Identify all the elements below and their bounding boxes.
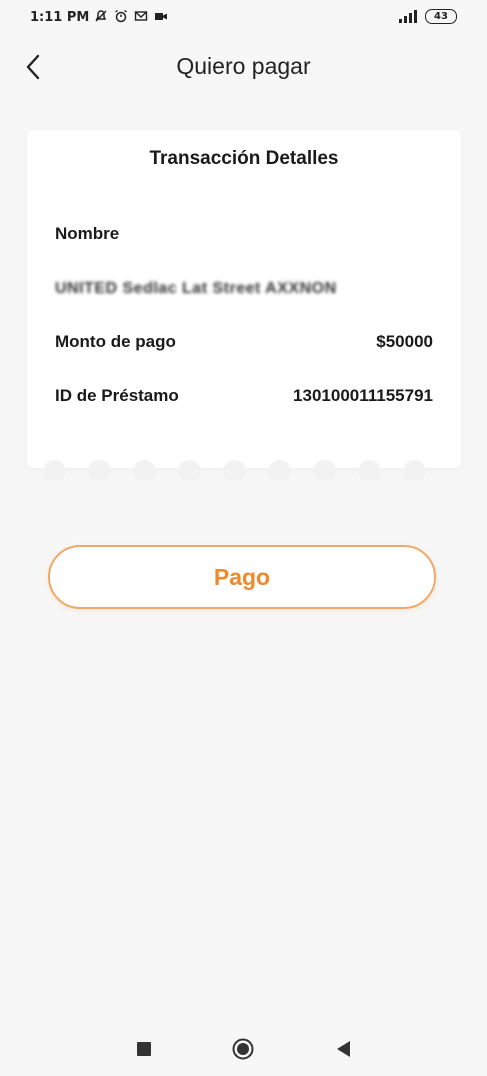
battery-icon: 43 xyxy=(425,9,457,24)
status-right-icons: 43 xyxy=(397,9,457,24)
loan-id-label: ID de Préstamo xyxy=(55,386,179,405)
scallop xyxy=(358,460,381,480)
scallop xyxy=(133,460,156,480)
name-row: Nombre xyxy=(55,224,433,244)
mail-icon xyxy=(134,9,148,23)
scallop xyxy=(403,460,426,480)
scallop xyxy=(43,460,66,480)
status-bar: 1:11 PM 43 xyxy=(0,0,487,36)
alarm-icon xyxy=(114,9,128,23)
amount-row: Monto de pago $50000 xyxy=(55,332,433,352)
home-icon[interactable] xyxy=(232,1038,254,1060)
page-title: Quiero pagar xyxy=(176,53,311,79)
app-header: Quiero pagar xyxy=(0,40,487,94)
card-scalloped-edge xyxy=(27,460,461,480)
system-nav-bar xyxy=(0,1018,487,1076)
notification-off-icon xyxy=(94,9,108,23)
loan-id-row: ID de Préstamo 130100011155791 xyxy=(55,386,433,406)
status-time: 1:11 PM xyxy=(30,10,90,25)
scallop xyxy=(268,460,291,480)
scallop xyxy=(223,460,246,480)
status-left-icons xyxy=(94,9,168,23)
name-label: Nombre xyxy=(55,224,120,243)
scallop xyxy=(313,460,336,480)
name-value: UNITED Sedlac Lat Street AXXNON xyxy=(55,280,337,297)
loan-id-value: 130100011155791 xyxy=(293,386,433,405)
pay-button-label: Pago xyxy=(213,563,271,590)
amount-label: Monto de pago xyxy=(55,332,176,351)
back-icon[interactable] xyxy=(335,1040,351,1058)
transaction-details-card: Transacción Detalles Nombre UNITED Sedla… xyxy=(27,130,461,468)
amount-value: $50000 xyxy=(376,332,433,351)
scallop xyxy=(88,460,111,480)
card-title: Transacción Detalles xyxy=(149,148,339,169)
signal-icon xyxy=(397,9,419,24)
pay-button[interactable]: Pago xyxy=(48,545,436,609)
scallop xyxy=(178,460,201,480)
video-icon xyxy=(154,9,168,23)
recent-apps-icon[interactable] xyxy=(137,1042,151,1056)
